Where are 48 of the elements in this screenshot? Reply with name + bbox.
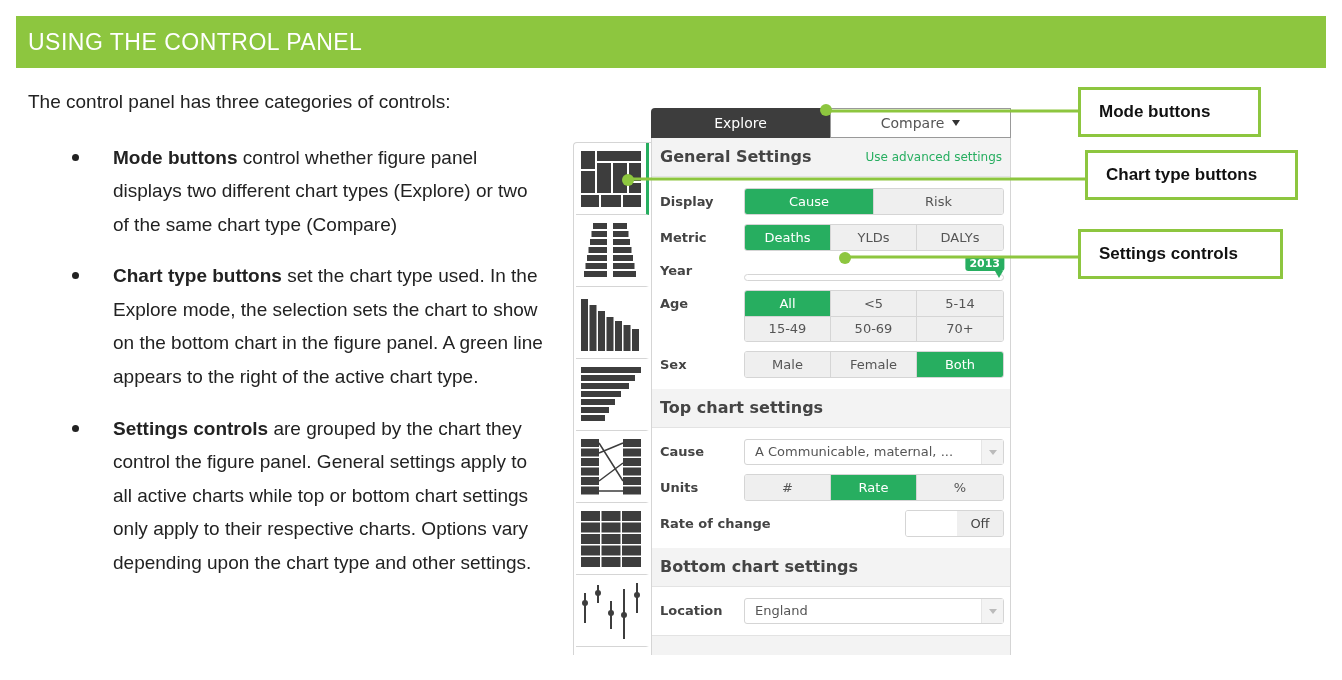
bullet-text: Chart type buttons set the chart type used. In the Explore mode, the selection sets the chart to show on the bottom chart in the figure panel. A green line appears to the right of the active chart type.	[113, 264, 543, 390]
dropdown-select[interactable]: A Communicable, maternal, ...	[744, 439, 1004, 465]
callout-label: Settings controls	[1078, 229, 1283, 279]
bullet-icon	[72, 272, 79, 280]
bullet-text: Mode buttons control whether figure panel displays two different chart types (Explore) or two of the same chart type (Compare)	[113, 145, 529, 237]
mode-tab[interactable]: Explore	[651, 108, 830, 138]
caret-icon	[952, 120, 961, 126]
option-button[interactable]: %	[917, 475, 1003, 500]
setting-label: Age	[660, 295, 690, 313]
section-title: General Settings	[660, 146, 812, 168]
setting-label: Metric	[660, 228, 708, 247]
option-button[interactable]: Risk	[874, 189, 1003, 214]
section-title: Top chart settings	[660, 397, 824, 419]
option-button[interactable]: 5-14	[917, 291, 1003, 316]
callout-label: Mode buttons	[1078, 87, 1261, 137]
dropdown-select[interactable]: England	[744, 598, 1004, 624]
intro-text: The control panel has three categories of controls:	[28, 90, 452, 114]
caret-icon	[988, 608, 997, 614]
bullet-icon	[72, 153, 79, 161]
option-button[interactable]: Female	[831, 352, 917, 377]
option-button[interactable]: <5	[831, 291, 917, 316]
range-chart-icon	[581, 582, 641, 639]
option-button[interactable]: 70+	[917, 316, 1003, 341]
option-button[interactable]: 50-69	[831, 316, 917, 341]
toggle-switch[interactable]: Off	[905, 510, 1004, 537]
treemap-icon	[581, 150, 641, 207]
setting-label: Sex	[660, 355, 688, 374]
setting-label: Rate of change	[660, 514, 771, 533]
setting-label: Display	[660, 192, 715, 211]
bullet-icon	[72, 424, 79, 432]
page-heading: USING THE CONTROL PANEL	[28, 27, 363, 57]
bullet-text: Settings controls are grouped by the chart they control the figure panel. General settings apply to all active charts while top or bottom chart settings only apply to their respective charts. Options vary depending upon the chart type and other settings.	[113, 416, 533, 576]
callout-label: Chart type buttons	[1085, 150, 1298, 200]
slope-chart-icon	[581, 438, 641, 495]
setting-label: Location	[660, 602, 724, 621]
stacked-bar-icon	[581, 366, 641, 423]
table-icon	[581, 510, 641, 567]
chart-type-button[interactable]	[576, 143, 649, 215]
section-title: Bottom chart settings	[660, 556, 859, 578]
option-button[interactable]: Male	[745, 352, 831, 377]
option-button[interactable]: YLDs	[831, 225, 917, 250]
option-button[interactable]: DALYs	[917, 225, 1003, 250]
option-button[interactable]: #	[745, 475, 831, 500]
setting-label: Units	[660, 478, 700, 497]
caret-icon	[988, 449, 997, 455]
setting-label: Year	[660, 261, 694, 280]
setting-label: Cause	[660, 443, 706, 462]
option-button[interactable]: 15-49	[745, 316, 831, 341]
